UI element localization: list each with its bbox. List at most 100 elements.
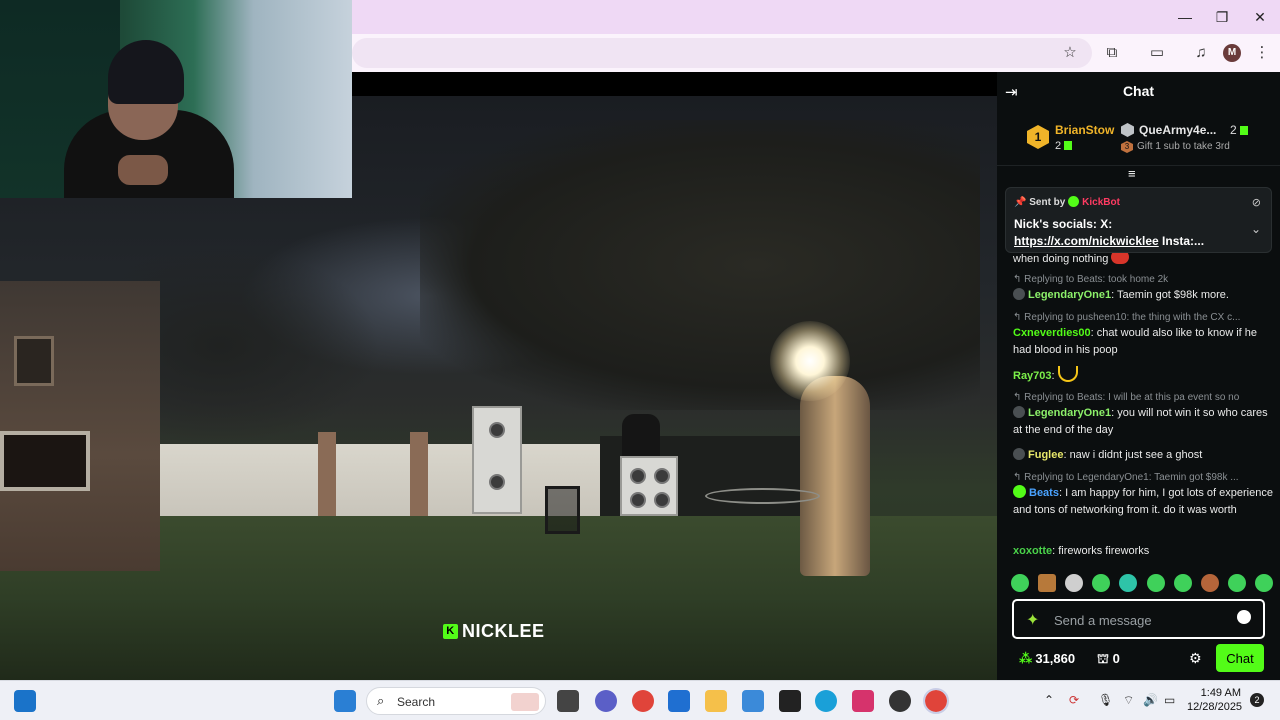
sparkle-icon[interactable]: ✦ xyxy=(1026,610,1039,630)
message-username[interactable]: xoxotte xyxy=(1013,545,1052,557)
pinned-link[interactable]: https://x.com/nickwicklee xyxy=(1014,234,1159,248)
tree-canopy xyxy=(420,120,980,410)
gift-leaderboard: 1 BrianStow 2 QueArmy4e... 2 3 Gift 1 su… xyxy=(997,110,1280,166)
bookmark-star-icon[interactable]: ☆ xyxy=(1059,43,1081,63)
house-window xyxy=(14,336,54,386)
message-username[interactable]: Beats xyxy=(1029,487,1059,499)
expand-pinned-chevron-icon[interactable]: ⌄ xyxy=(1251,222,1261,236)
reply-context[interactable]: ↰ Replying to Beats: I will be at this p… xyxy=(1013,392,1275,403)
tray-overflow-chevron-icon[interactable]: ⌃ xyxy=(1044,693,1054,707)
task-view-icon[interactable] xyxy=(557,690,579,712)
taskbar-search[interactable]: ⌕ Search xyxy=(366,687,546,715)
pinned-meta: 📌 Sent by KickBot xyxy=(1014,196,1120,208)
app-icon[interactable] xyxy=(742,690,764,712)
chat-input-box[interactable]: ✦ xyxy=(1012,599,1265,639)
rank-3-badge: 3 xyxy=(1121,141,1133,153)
taskbar-clock[interactable]: 1:49 AM 12/28/2025 xyxy=(1187,686,1242,714)
search-icon: ⌕ xyxy=(377,693,385,708)
instagram-icon[interactable] xyxy=(852,690,874,712)
emote-icon[interactable] xyxy=(1065,574,1084,592)
webcam-overlay xyxy=(0,0,352,198)
cast-icon[interactable]: ▭ xyxy=(1146,43,1168,63)
message-text: when doing nothing xyxy=(1013,253,1109,265)
emote-icon[interactable] xyxy=(1119,574,1138,592)
media-control-icon[interactable]: ♫ xyxy=(1190,43,1212,63)
extensions-icon[interactable]: ⧉ xyxy=(1101,43,1123,63)
edge-icon[interactable] xyxy=(815,690,837,712)
rank-1-badge: 1 xyxy=(1027,125,1049,149)
hide-pinned-icon[interactable]: ⊘ xyxy=(1252,196,1261,209)
chat-message-input[interactable] xyxy=(1054,610,1234,630)
take-third-text: Gift 1 sub to take 3rd xyxy=(1137,141,1230,152)
leader-1-name[interactable]: BrianStow xyxy=(1055,123,1114,137)
volume-icon[interactable]: 🔊 xyxy=(1143,693,1158,707)
wifi-icon[interactable]: ⌔ xyxy=(1123,693,1134,708)
reply-text: Replying to pusheen10: the thing with th… xyxy=(1024,312,1241,323)
reply-text: Replying to LegendaryOne1: Taemin got $9… xyxy=(1024,472,1239,483)
message-username[interactable]: Cxneverdies00 xyxy=(1013,327,1091,339)
channel-points[interactable]: ⁂ 31,860 xyxy=(1019,651,1075,667)
message-username[interactable]: LegendaryOne1 xyxy=(1028,407,1111,419)
send-chat-button[interactable]: Chat xyxy=(1216,644,1264,672)
reply-context[interactable]: ↰ Replying to pusheen10: the thing with … xyxy=(1013,312,1275,323)
emote-icon[interactable] xyxy=(1227,574,1246,592)
dropbox-icon[interactable] xyxy=(779,690,801,712)
pinned-message[interactable]: 📌 Sent by KickBot ⊘ Nick's socials: X: ht… xyxy=(1005,187,1272,253)
message-text: : fireworks fireworks xyxy=(1052,545,1150,557)
verified-badge-icon xyxy=(1013,485,1026,498)
pinned-bot-name: KickBot xyxy=(1082,197,1120,208)
user-badge-icon xyxy=(1013,406,1025,418)
leader-1-count-value: 2 xyxy=(1055,140,1062,152)
reply-context[interactable]: ↰ Replying to LegendaryOne1: Taemin got … xyxy=(1013,472,1275,483)
leader-1-count: 2 xyxy=(1055,140,1073,152)
mcdonalds-emote-icon xyxy=(1057,366,1078,382)
app-icon[interactable] xyxy=(889,690,911,712)
menu-kebab-icon[interactable]: ⋮ xyxy=(1251,43,1273,63)
leader-2-name[interactable]: QueArmy4e... xyxy=(1139,123,1216,137)
gift-icon xyxy=(1064,141,1073,150)
user-badge-icon xyxy=(1013,448,1025,460)
sync-icon[interactable]: ⟳ xyxy=(1069,693,1079,707)
kick-logo-icon: K xyxy=(443,623,458,639)
chrome-icon[interactable] xyxy=(632,690,654,712)
chat-message: Beats: I am happy for him, I got lots of… xyxy=(1013,485,1273,519)
notification-badge[interactable]: 2 xyxy=(1250,693,1264,707)
reply-context[interactable]: ↰ Replying to Beats: took home 2k xyxy=(1013,274,1275,285)
search-placeholder: Search xyxy=(397,695,436,709)
speaker-box xyxy=(620,456,678,516)
restore-button[interactable]: ❐ xyxy=(1208,6,1236,28)
emoji-picker-icon[interactable] xyxy=(1237,610,1251,624)
chat-message: Cxneverdies00: chat would also like to k… xyxy=(1013,325,1273,359)
emote-icon[interactable] xyxy=(1254,574,1273,592)
address-bar[interactable] xyxy=(352,38,1092,68)
file-explorer-icon[interactable] xyxy=(705,690,727,712)
chat-settings-gear-icon[interactable]: ⚙ xyxy=(1189,650,1202,667)
chrome-active-icon[interactable] xyxy=(923,688,949,714)
pinned-text-suffix: Insta:... xyxy=(1158,234,1205,248)
minimize-button[interactable]: — xyxy=(1171,6,1199,28)
emote-icon[interactable] xyxy=(1173,574,1192,592)
start-windows-icon[interactable] xyxy=(334,690,356,712)
close-button[interactable]: ✕ xyxy=(1246,6,1274,28)
stream-watermark: K NICKLEE xyxy=(441,620,547,642)
leader-2-count-value: 2 xyxy=(1230,123,1237,137)
profile-avatar[interactable]: M xyxy=(1223,44,1241,62)
microphone-icon[interactable]: 🎙 xyxy=(1098,693,1113,707)
chat-message: xoxotte: fireworks fireworks xyxy=(1013,543,1273,560)
sent-by-label: Sent by xyxy=(1029,197,1066,208)
emote-icon[interactable] xyxy=(1038,574,1057,592)
message-username[interactable]: Fuglee xyxy=(1028,449,1063,461)
battery-icon[interactable]: ▭ xyxy=(1164,693,1175,707)
widgets-icon[interactable] xyxy=(14,690,36,712)
emote-icon[interactable] xyxy=(1092,574,1111,592)
drops-counter[interactable]: ⛫ 0 xyxy=(1097,651,1120,669)
message-username[interactable]: Ray703 xyxy=(1013,370,1052,382)
store-icon[interactable] xyxy=(668,690,690,712)
emote-icon[interactable] xyxy=(1146,574,1165,592)
emote-icon[interactable] xyxy=(1200,574,1219,592)
message-username[interactable]: LegendaryOne1 xyxy=(1028,289,1111,301)
emote-icon[interactable] xyxy=(1011,574,1029,592)
chat-title: Chat xyxy=(1122,83,1155,99)
chat-message: LegendaryOne1: you will not win it so wh… xyxy=(1013,405,1273,439)
copilot-icon[interactable] xyxy=(595,690,617,712)
